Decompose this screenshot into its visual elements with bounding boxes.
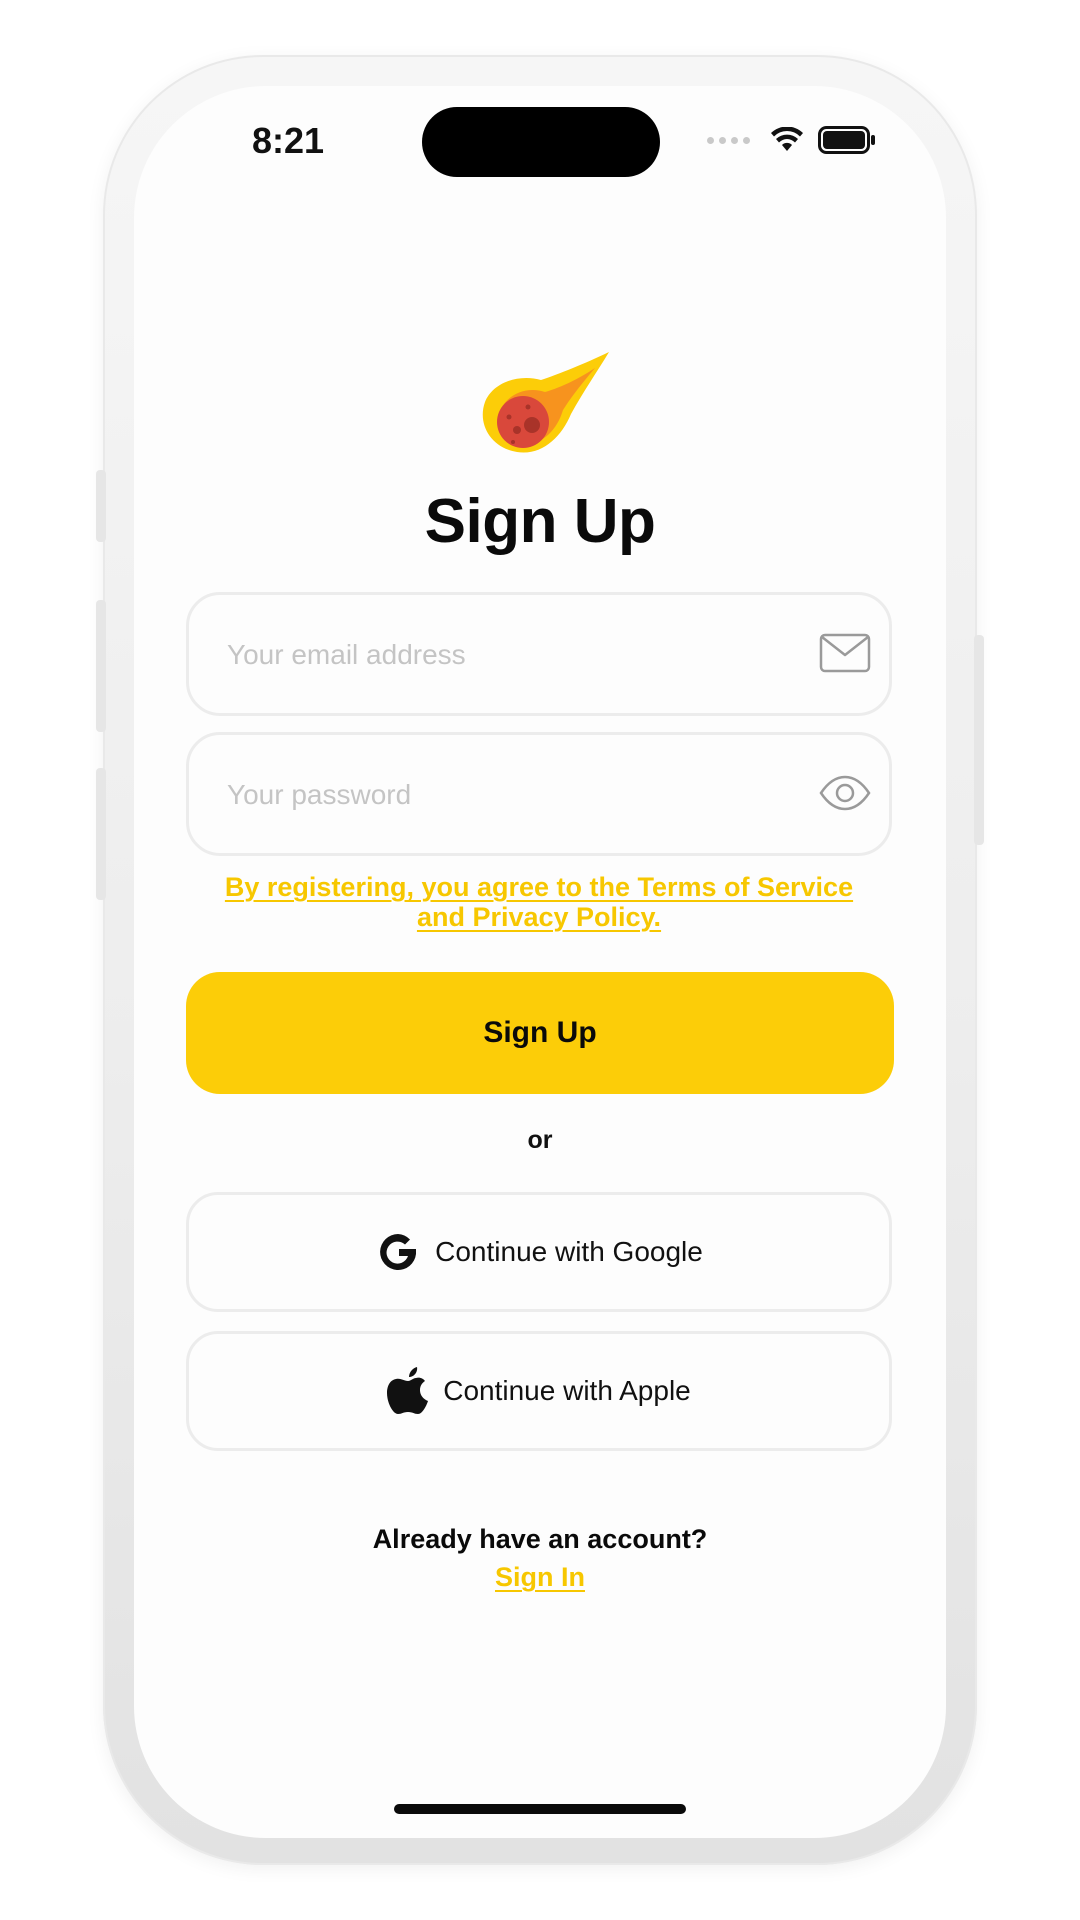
- password-field-container[interactable]: [186, 732, 892, 856]
- eye-icon[interactable]: [819, 773, 871, 813]
- google-icon: [380, 1234, 417, 1270]
- volume-up-side-button: [96, 600, 106, 732]
- terms-line-1: By registering, you agree to the Terms o…: [224, 872, 854, 902]
- continue-with-google-button[interactable]: Continue with Google: [186, 1192, 892, 1312]
- terms-line-2: and Privacy Policy.: [416, 902, 662, 932]
- apple-button-label: Continue with Apple: [443, 1375, 691, 1406]
- or-divider-label: or: [527, 1126, 553, 1154]
- status-time: 8:21: [252, 120, 325, 161]
- sign-in-link[interactable]: Sign In: [134, 1562, 946, 1593]
- apple-icon: [387, 1367, 429, 1414]
- power-side-button: [974, 635, 984, 845]
- wifi-icon: [771, 127, 803, 151]
- terms-privacy-link[interactable]: By registering, you agree to the Terms o…: [186, 872, 892, 932]
- battery-icon: [818, 126, 875, 154]
- status-indicators: [707, 126, 876, 154]
- envelope-icon: [819, 633, 871, 673]
- continue-with-apple-button[interactable]: Continue with Apple: [186, 1331, 892, 1451]
- email-input[interactable]: [225, 595, 789, 715]
- password-input[interactable]: [225, 735, 789, 855]
- home-indicator[interactable]: [394, 1804, 686, 1814]
- email-field-container[interactable]: [186, 592, 892, 716]
- app-screen: 8:21 Sign Up Your email address By regis…: [134, 86, 946, 1838]
- google-button-label: Continue with Google: [435, 1236, 703, 1267]
- dynamic-island: [422, 107, 660, 177]
- cellular-signal-icon: [707, 136, 750, 144]
- sign-up-button[interactable]: Sign Up: [186, 972, 894, 1094]
- comet-icon: [482, 352, 609, 453]
- page-title: Sign Up: [424, 487, 656, 556]
- volume-down-side-button: [96, 768, 106, 900]
- already-have-account-text: Already have an account?: [372, 1524, 708, 1554]
- action-side-button: [96, 470, 106, 542]
